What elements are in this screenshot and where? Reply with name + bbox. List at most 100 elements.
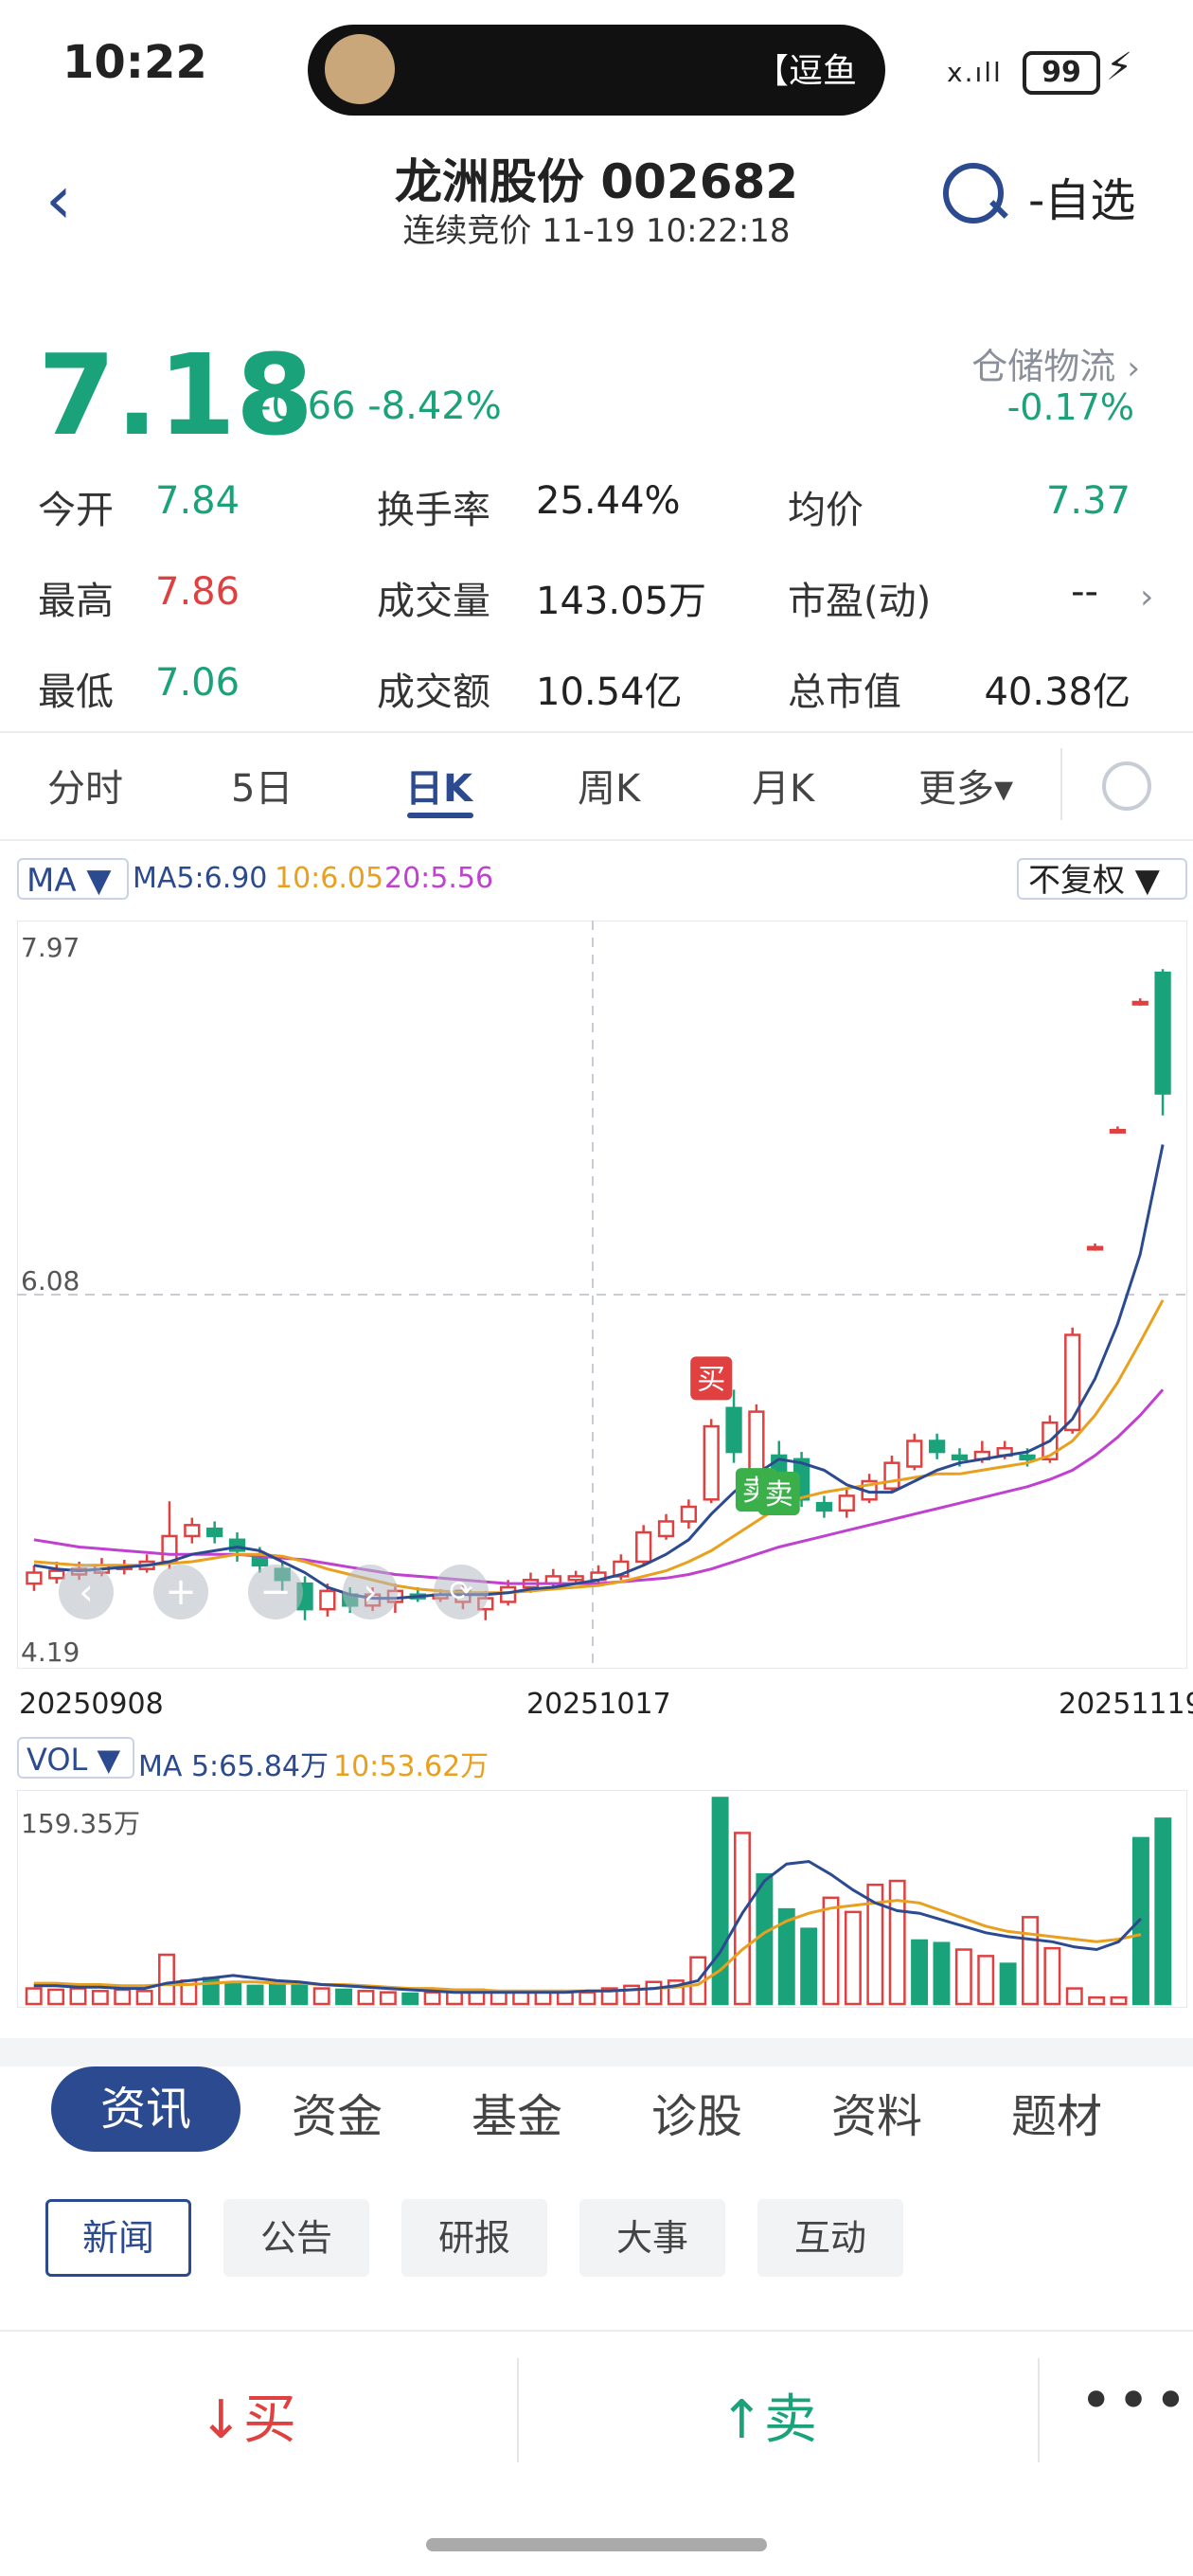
- remove-watchlist-button[interactable]: -自选: [1028, 163, 1135, 229]
- trade-action-bar: [0, 2330, 1193, 2483]
- candle-body: [703, 1424, 720, 1501]
- more-icon[interactable]: •••: [1079, 2368, 1191, 2434]
- info-tab[interactable]: 基金: [472, 2079, 562, 2145]
- stat-label: 成交额: [377, 671, 490, 714]
- volume-bar: [756, 1872, 774, 2006]
- stat-label: 成交量: [377, 580, 490, 623]
- sub-tab[interactable]: 研报: [401, 2199, 547, 2277]
- ma-selector[interactable]: MA ▼: [17, 858, 129, 900]
- gear-icon[interactable]: [1102, 761, 1151, 811]
- chart-tab[interactable]: 5日: [231, 758, 293, 813]
- vol-ma10-value: 10:53.62万: [333, 1750, 490, 1783]
- chart-tab[interactable]: 周K: [578, 758, 640, 813]
- stat-value: 7.06: [155, 661, 240, 705]
- volume-bar: [734, 1832, 751, 2006]
- chart-tab[interactable]: 更多▾: [918, 758, 1013, 813]
- chevron-right-icon[interactable]: ›: [343, 1565, 398, 1619]
- zoom-out-icon[interactable]: −: [248, 1565, 303, 1619]
- volume-bar: [224, 1981, 242, 2006]
- y-tick-max: 7.97: [21, 932, 80, 963]
- candle-body: [838, 1494, 855, 1512]
- stat-value: 143.05万: [536, 580, 706, 623]
- chart-tab[interactable]: 日K: [405, 758, 472, 813]
- volume-bar: [47, 1988, 65, 2006]
- volume-bar: [25, 1987, 43, 2006]
- volume-bar: [1088, 1995, 1106, 2006]
- pe-chevron-icon[interactable]: ›: [1140, 578, 1153, 617]
- zoom-in-icon[interactable]: +: [153, 1565, 208, 1619]
- sub-tab[interactable]: 新闻: [45, 2199, 191, 2277]
- candle-body: [929, 1440, 946, 1454]
- volume-chart[interactable]: [17, 1790, 1187, 2008]
- sub-tab[interactable]: 公告: [223, 2199, 369, 2277]
- vol-max-label: 159.35万: [21, 1808, 140, 1839]
- x-date-end: 20251119: [1059, 1688, 1193, 1721]
- marker-label: 卖: [765, 1478, 793, 1512]
- vol-selector[interactable]: VOL ▼: [17, 1737, 134, 1779]
- chevron-left-icon[interactable]: ‹: [59, 1565, 114, 1619]
- dynamic-island[interactable]: 【逗鱼: [308, 25, 885, 116]
- stat-value: 25.44%: [536, 479, 681, 523]
- volume-bar: [268, 1983, 286, 2006]
- charging-icon: ⚡: [1106, 45, 1133, 89]
- island-text: 【逗鱼: [754, 52, 857, 91]
- candle-body: [26, 1571, 43, 1585]
- volume-bar: [911, 1939, 929, 2006]
- y-tick-mid: 6.08: [21, 1265, 80, 1297]
- marker-label: 买: [697, 1363, 725, 1396]
- stat-label: 最高: [38, 580, 114, 623]
- chart-tab[interactable]: 月K: [752, 758, 814, 813]
- ma5-line: [33, 1144, 1165, 1601]
- info-tab[interactable]: 题材: [1011, 2079, 1102, 2145]
- chart-tab[interactable]: 分时: [47, 758, 123, 813]
- volume-bar: [977, 1955, 995, 2006]
- island-avatar: [325, 34, 395, 104]
- battery-icon: 99: [1023, 51, 1100, 95]
- divider: [517, 2358, 519, 2462]
- divider: [0, 839, 1193, 841]
- sell-button[interactable]: ↑卖: [720, 2377, 817, 2454]
- candle-body: [567, 1575, 584, 1582]
- buy-icon: ↓: [199, 2389, 243, 2451]
- volume-bar: [1154, 1817, 1172, 2006]
- candle-body: [1019, 1454, 1036, 1461]
- divider: [0, 731, 1193, 733]
- stat-value: --: [1071, 570, 1098, 614]
- sub-tab[interactable]: 大事: [579, 2199, 725, 2277]
- stock-title: 龙洲股份 002682: [394, 154, 799, 209]
- sub-tab[interactable]: 互动: [757, 2199, 903, 2277]
- stat-value: 7.84: [155, 479, 240, 523]
- candle-body: [1086, 1245, 1104, 1251]
- volume-bar: [1131, 1836, 1149, 2006]
- candle-body: [161, 1534, 178, 1564]
- info-tab[interactable]: 资金: [292, 2079, 383, 2145]
- candle-body: [499, 1585, 517, 1603]
- rotate-icon[interactable]: ⟳: [434, 1565, 489, 1619]
- volume-bar: [645, 1980, 663, 2006]
- vol-ma5-value: MA 5:65.84万: [138, 1750, 329, 1783]
- x-date-mid: 20251017: [526, 1688, 671, 1721]
- candle-body: [1064, 1333, 1081, 1432]
- candle-body: [906, 1440, 923, 1468]
- candle-body: [680, 1505, 698, 1523]
- search-icon[interactable]: [943, 163, 1004, 224]
- candlestick-chart[interactable]: 买卖卖: [17, 921, 1187, 1669]
- sell-marker[interactable]: 卖: [757, 1471, 800, 1515]
- info-tab[interactable]: 诊股: [651, 2079, 742, 2145]
- volume-bar: [114, 1988, 132, 2006]
- volume-bar: [1043, 1946, 1061, 2006]
- volume-bar: [1110, 1995, 1128, 2006]
- info-tab[interactable]: 资料: [831, 2079, 922, 2145]
- buy-button[interactable]: ↓买: [199, 2377, 296, 2454]
- buy-marker[interactable]: 买: [690, 1356, 733, 1401]
- sector-name: 仓储物流: [971, 346, 1116, 387]
- info-tab[interactable]: 资讯: [51, 2066, 240, 2152]
- home-indicator[interactable]: [426, 2538, 767, 2551]
- ma20-line: [33, 1388, 1165, 1585]
- sector-link[interactable]: 仓储物流 ›: [971, 337, 1140, 389]
- volume-bar: [401, 1992, 419, 2006]
- divider: [1060, 748, 1062, 820]
- adjust-selector[interactable]: 不复权 ▼: [1017, 858, 1187, 900]
- volume-bar: [512, 1991, 530, 2006]
- chevron-right-icon: ›: [1127, 349, 1140, 387]
